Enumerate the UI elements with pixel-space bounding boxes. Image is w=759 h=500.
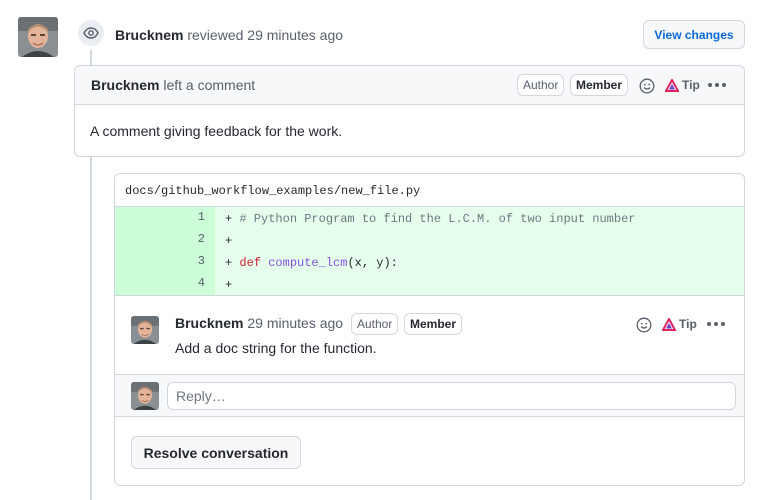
tip-label: Tip [679, 317, 697, 331]
inline-comment-body: Add a doc string for the function. [175, 340, 377, 356]
code-line: + # Python Program to find the L.C.M. of… [215, 207, 744, 229]
member-label: Member [404, 313, 463, 335]
author-label: Author [517, 74, 565, 96]
add-reaction-button[interactable] [634, 315, 654, 335]
review-comment-title: Brucknem left a comment [91, 77, 255, 93]
diff-prefix: + [225, 234, 233, 248]
diff-line: 1 + # Python Program to find the L.C.M. … [115, 207, 744, 229]
file-header: docs/github_workflow_examples/new_file.p… [115, 174, 744, 207]
diff-prefix: + [225, 212, 240, 226]
review-comment-header: Brucknem left a comment Author Member Ti… [75, 66, 744, 105]
code-line: + [215, 229, 744, 251]
line-number[interactable]: 3 [115, 251, 215, 273]
review-comment-body: A comment giving feedback for the work. [90, 123, 343, 139]
reply-bar [115, 374, 744, 417]
code-rest: (x, y): [347, 256, 398, 270]
review-eye-badge [76, 18, 106, 48]
tip-button[interactable]: Tip [662, 317, 697, 331]
tip-button[interactable]: Tip [665, 78, 700, 92]
diff-line: 4 + [115, 273, 744, 295]
kebab-horizontal-icon [707, 322, 725, 326]
review-author-link[interactable]: Brucknem [115, 27, 183, 43]
commenter-avatar[interactable] [131, 316, 159, 344]
comment-options-button[interactable] [705, 75, 729, 95]
avatar-image [131, 382, 159, 410]
avatar-image [18, 17, 58, 57]
review-thread: docs/github_workflow_examples/new_file.p… [114, 173, 745, 486]
diff-prefix: + [225, 278, 233, 292]
reply-input[interactable] [167, 382, 736, 410]
diff-prefix: + [225, 256, 240, 270]
inline-author-link[interactable]: Brucknem [175, 315, 243, 331]
inline-comment-header: Brucknem 29 minutes ago [175, 315, 343, 331]
code-comment: # Python Program to find the L.C.M. of t… [239, 212, 636, 226]
review-action: reviewed [187, 27, 244, 43]
line-number[interactable]: 2 [115, 229, 215, 251]
code-function-name: compute_lcm [268, 256, 348, 270]
resolve-conversation-button[interactable]: Resolve conversation [131, 436, 301, 469]
tip-triangle-icon [662, 317, 676, 331]
smiley-icon [639, 78, 655, 94]
inline-time[interactable]: 29 minutes ago [247, 315, 343, 331]
review-comment: Brucknem left a comment Author Member Ti… [74, 65, 745, 157]
comment-author-link[interactable]: Brucknem [91, 77, 159, 93]
reviewer-avatar[interactable] [18, 17, 58, 57]
review-time[interactable]: 29 minutes ago [247, 27, 343, 43]
author-label: Author [351, 313, 399, 335]
eye-icon [83, 27, 99, 39]
review-header: Brucknem reviewed 29 minutes ago [115, 27, 343, 43]
comment-options-button[interactable] [704, 314, 728, 334]
member-label: Member [570, 74, 629, 96]
comment-action: left a comment [163, 77, 256, 93]
current-user-avatar [131, 382, 159, 410]
diff-table: 1 + # Python Program to find the L.C.M. … [115, 207, 744, 295]
view-changes-button[interactable]: View changes [643, 20, 745, 49]
tip-label: Tip [682, 78, 700, 92]
avatar-image [131, 316, 159, 344]
add-reaction-button[interactable] [637, 76, 657, 96]
diff-line: 3 + def compute_lcm(x, y): [115, 251, 744, 273]
line-number[interactable]: 4 [115, 273, 215, 295]
inline-comment: Brucknem 29 minutes ago Author Member Ti… [115, 295, 744, 374]
line-number[interactable]: 1 [115, 207, 215, 229]
tip-triangle-icon [665, 78, 679, 92]
code-line: + [215, 273, 744, 295]
smiley-icon [636, 317, 652, 333]
code-line: + def compute_lcm(x, y): [215, 251, 744, 273]
kebab-horizontal-icon [708, 83, 726, 87]
file-path-link[interactable]: docs/github_workflow_examples/new_file.p… [125, 184, 420, 198]
diff-line: 2 + [115, 229, 744, 251]
code-keyword: def [239, 256, 262, 270]
